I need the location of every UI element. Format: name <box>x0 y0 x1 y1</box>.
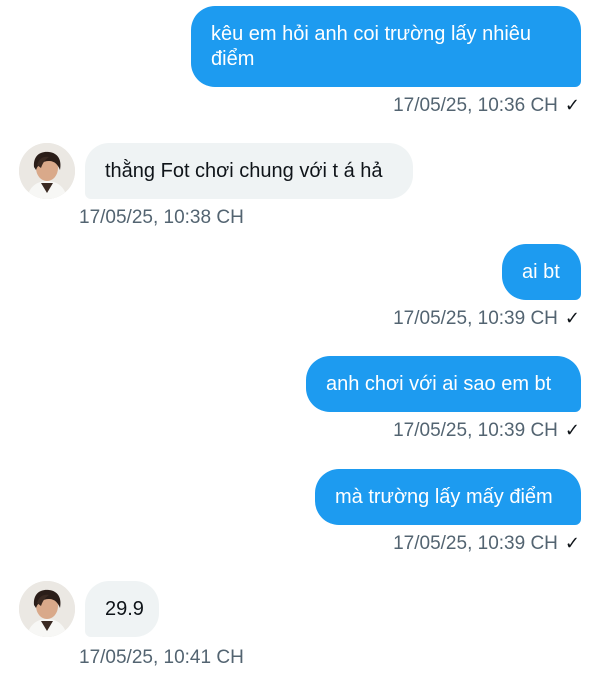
user-avatar[interactable] <box>19 581 75 637</box>
check-icon: ✓ <box>564 533 580 554</box>
message-timestamp: 17/05/25, 10:36 CH ✓ <box>393 95 580 117</box>
message-bubble-incoming[interactable]: 29.9 <box>85 581 159 637</box>
message-timestamp: 17/05/25, 10:39 CH ✓ <box>393 420 580 442</box>
message-thread: kêu em hỏi anh coi trường lấy nhiêu điểm… <box>0 0 600 691</box>
message-timestamp: 17/05/25, 10:39 CH ✓ <box>393 533 580 555</box>
message-bubble-outgoing[interactable]: anh chơi với ai sao em bt <box>306 356 581 412</box>
message-text: 29.9 <box>105 597 144 620</box>
timestamp-text: 17/05/25, 10:39 CH <box>393 308 558 329</box>
message-text: anh chơi với ai sao em bt <box>326 372 552 395</box>
check-icon: ✓ <box>564 95 580 116</box>
message-timestamp: 17/05/25, 10:41 CH <box>79 647 244 669</box>
avatar-image <box>19 143 75 199</box>
message-bubble-outgoing[interactable]: kêu em hỏi anh coi trường lấy nhiêu điểm <box>191 6 581 87</box>
timestamp-text: 17/05/25, 10:41 CH <box>79 647 244 668</box>
message-text: kêu em hỏi anh coi trường lấy nhiêu điểm <box>211 22 532 70</box>
message-text: thằng Fot chơi chung với t á hả <box>105 159 383 182</box>
message-timestamp: 17/05/25, 10:38 CH <box>79 207 244 229</box>
message-text: ai bt <box>522 260 560 283</box>
message-text: mà trường lấy mấy điểm <box>335 485 553 508</box>
timestamp-text: 17/05/25, 10:36 CH <box>393 95 558 116</box>
timestamp-text: 17/05/25, 10:39 CH <box>393 533 558 554</box>
check-icon: ✓ <box>564 420 580 441</box>
timestamp-text: 17/05/25, 10:38 CH <box>79 207 244 228</box>
message-bubble-outgoing[interactable]: ai bt <box>502 244 581 300</box>
user-avatar[interactable] <box>19 143 75 199</box>
check-icon: ✓ <box>564 308 580 329</box>
avatar-image <box>19 581 75 637</box>
message-timestamp: 17/05/25, 10:39 CH ✓ <box>393 308 580 330</box>
message-bubble-outgoing[interactable]: mà trường lấy mấy điểm <box>315 469 581 525</box>
timestamp-text: 17/05/25, 10:39 CH <box>393 420 558 441</box>
message-bubble-incoming[interactable]: thằng Fot chơi chung với t á hả <box>85 143 413 199</box>
